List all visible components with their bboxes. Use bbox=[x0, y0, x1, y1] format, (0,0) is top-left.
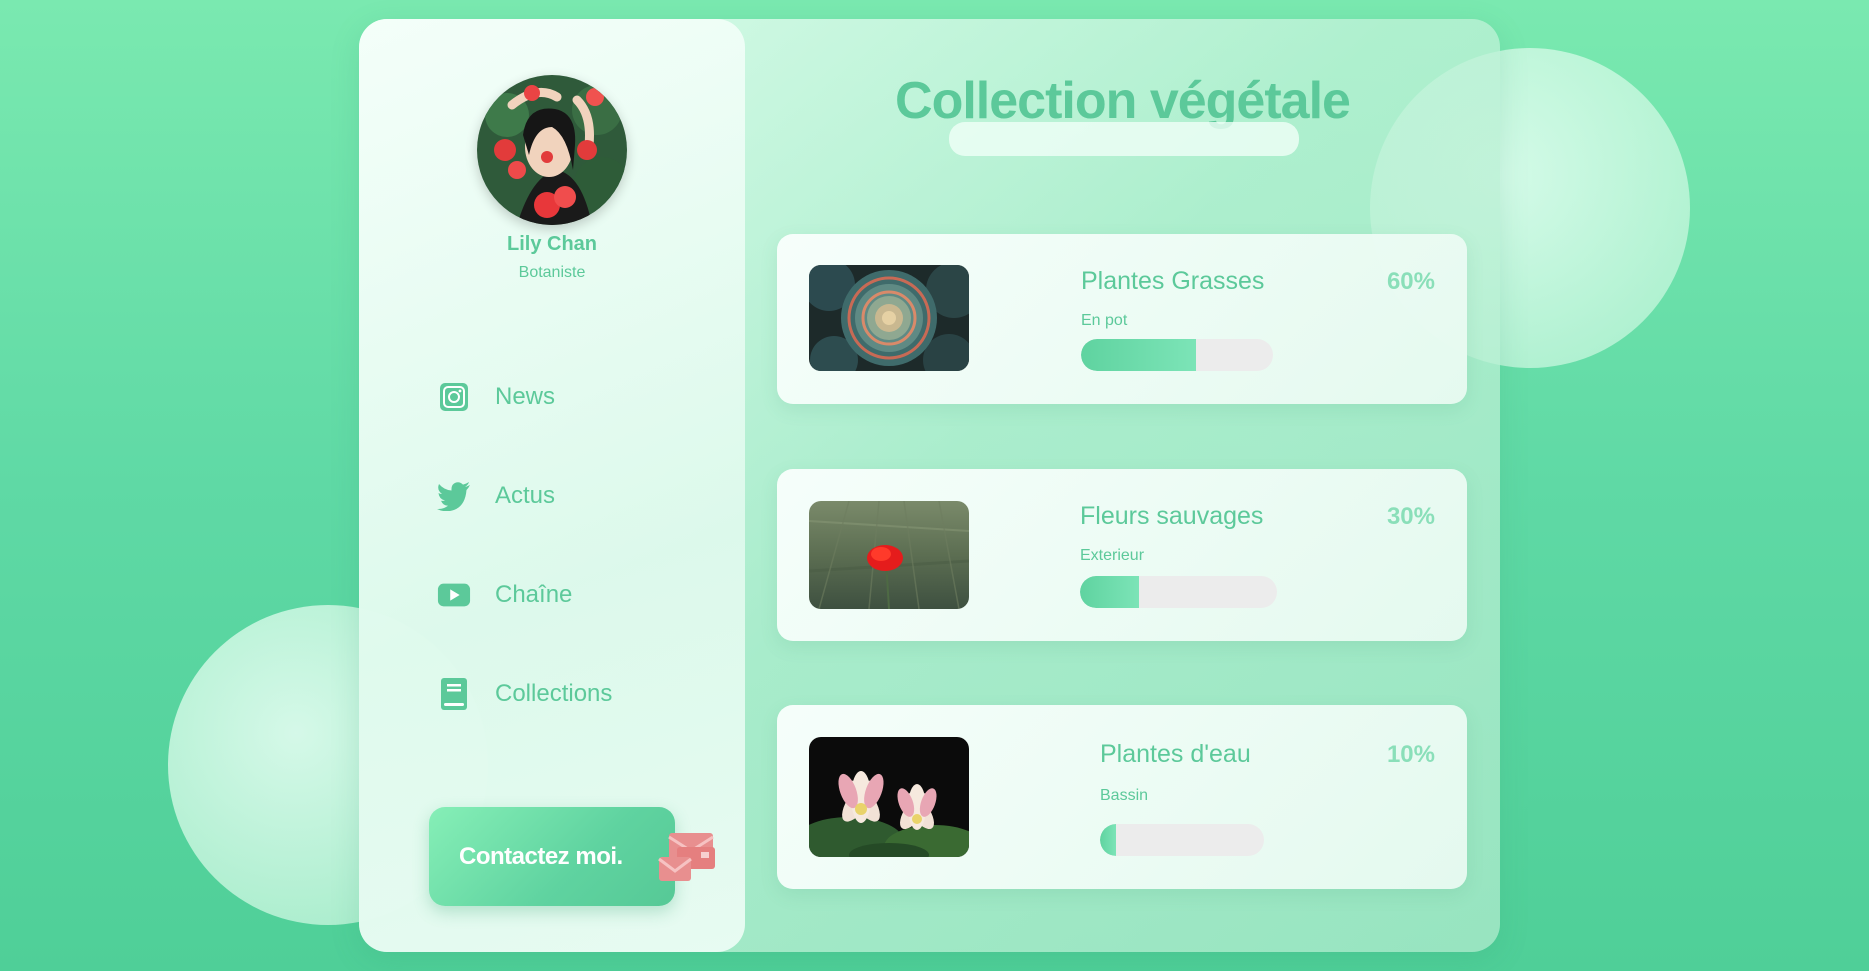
twitter-icon bbox=[437, 479, 471, 513]
book-icon bbox=[437, 677, 471, 711]
nav-label-collections: Collections bbox=[495, 680, 613, 707]
card-percent: 10% bbox=[1386, 741, 1435, 768]
card-percent: 30% bbox=[1386, 503, 1435, 530]
nav-label-chaine: Chaîne bbox=[495, 581, 573, 608]
progress-fill bbox=[1081, 339, 1197, 371]
instagram-icon bbox=[437, 380, 471, 414]
collection-card-fleurs-sauvages[interactable]: Fleurs sauvages 30% Exterieur bbox=[777, 469, 1467, 641]
avatar bbox=[477, 75, 627, 225]
progress-fill bbox=[1080, 576, 1140, 608]
main-panel: Lily Chan Botaniste News Actus Chaîne Co… bbox=[359, 19, 1500, 952]
contact-button[interactable]: Contactez moi. bbox=[429, 807, 715, 906]
profile-name: Lily Chan bbox=[506, 233, 597, 255]
progress-bar bbox=[1080, 576, 1277, 608]
progress-bar bbox=[1100, 824, 1264, 856]
youtube-icon bbox=[437, 578, 471, 612]
card-subtitle: Exterieur bbox=[1080, 547, 1145, 564]
nav-item-chaine[interactable]: Chaîne bbox=[437, 578, 572, 612]
succulent-photo bbox=[809, 265, 969, 371]
nav-item-actus[interactable]: Actus bbox=[437, 479, 555, 513]
collection-card-plantes-grasses[interactable]: Plantes Grasses 60% En pot bbox=[777, 234, 1467, 404]
profile-role: Botaniste bbox=[518, 264, 586, 281]
nav-label-news: News bbox=[495, 383, 556, 410]
nav-item-collections[interactable]: Collections bbox=[437, 677, 612, 711]
collection-card-plantes-deau[interactable]: Plantes d'eau 10% Bassin bbox=[777, 705, 1467, 889]
progress-bar bbox=[1081, 339, 1273, 371]
poppy-photo bbox=[809, 501, 969, 609]
search-input[interactable] bbox=[949, 122, 1299, 156]
mail-icon bbox=[657, 831, 715, 888]
contact-button-label: Contactez moi. bbox=[459, 842, 623, 870]
card-subtitle: Bassin bbox=[1100, 787, 1149, 804]
nav-item-news[interactable]: News bbox=[437, 380, 555, 414]
nav-label-actus: Actus bbox=[495, 482, 556, 509]
card-percent: 60% bbox=[1386, 268, 1435, 295]
card-title: Plantes Grasses bbox=[1081, 267, 1265, 295]
lotus-photo bbox=[809, 737, 969, 857]
card-subtitle: En pot bbox=[1081, 312, 1128, 329]
card-title: Plantes d'eau bbox=[1100, 740, 1251, 768]
progress-fill bbox=[1100, 824, 1117, 856]
card-title: Fleurs sauvages bbox=[1080, 502, 1264, 530]
sidebar: Lily Chan Botaniste News Actus Chaîne Co… bbox=[359, 19, 745, 952]
